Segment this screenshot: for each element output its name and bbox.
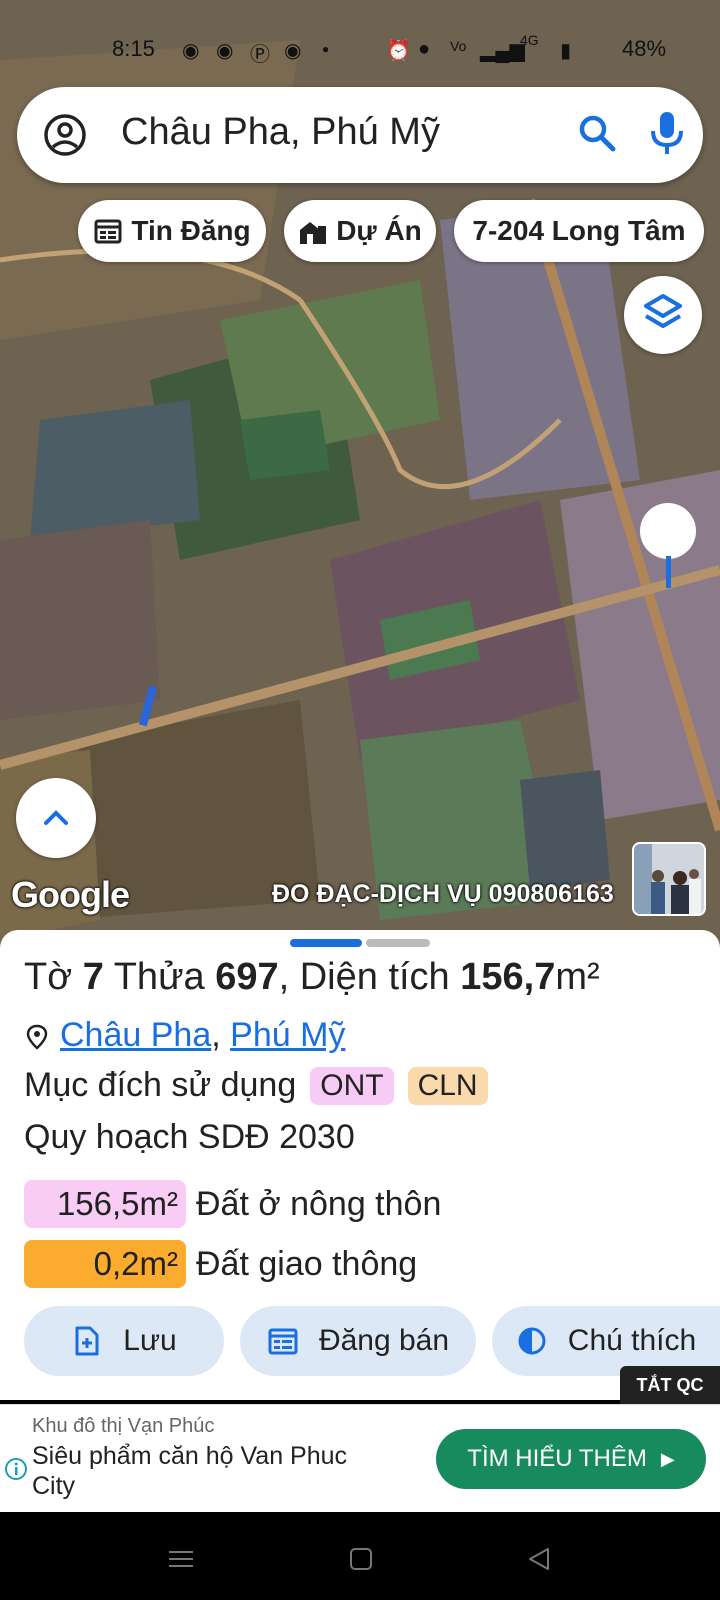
home-icon[interactable] [346, 1544, 376, 1574]
plan-heading: Quy hoạch SDĐ 2030 [24, 1118, 355, 1156]
account-icon[interactable] [43, 113, 87, 157]
system-nav-bar [0, 1512, 720, 1600]
plan-item-area: 0,2m² [24, 1240, 186, 1288]
chip-du-an[interactable]: Dự Án [284, 200, 436, 262]
expand-button[interactable] [16, 778, 96, 858]
search-icon[interactable] [575, 111, 619, 155]
land-use-purpose: Mục đích sử dụng ONT CLN [24, 1066, 488, 1105]
status-time: 8:15 [112, 36, 155, 61]
facebook-icon: Ⓟ [250, 44, 270, 66]
chat-icon: ◉ [216, 40, 234, 62]
plan-item: 0,2m² Đất giao thông [24, 1240, 417, 1288]
chip-label: Dự Án [336, 215, 422, 246]
plan-item: 156,5m² Đất ở nông thôn [24, 1180, 441, 1228]
chip-tin-dang[interactable]: Tin Đăng [78, 200, 266, 262]
plan-item-label: Đất ở nông thôn [196, 1184, 442, 1223]
status-bar: 8:15 ◉ ◉ Ⓟ ◉ ● ⏰ ● Vo ▂▄▆ 4G ▮ 48% [0, 30, 720, 66]
dot-icon: ● [322, 42, 330, 56]
location-link-town[interactable]: Phú Mỹ [230, 1016, 345, 1054]
parcel-title: Tờ 7 Thửa 697, Diện tích 156,7m² [24, 956, 600, 998]
alarm-icon: ⏰ [386, 40, 411, 62]
sheet-page-indicator-active[interactable] [290, 939, 362, 947]
chat-icon: ◉ [182, 40, 200, 62]
purpose-tag-cln[interactable]: CLN [407, 1066, 488, 1105]
menu-icon[interactable] [166, 1544, 196, 1574]
signal-icon: ▂▄▆ [480, 40, 525, 62]
add-file-icon [75, 1326, 99, 1356]
chip-label: Tin Đăng [131, 215, 251, 246]
volte-icon: Vo [450, 38, 467, 54]
chat-icon: ◉ [284, 40, 302, 62]
search-bar[interactable]: Châu Pha, Phú Mỹ [17, 87, 703, 183]
contrast-icon [518, 1327, 546, 1355]
play-arrow-icon: ▶ [660, 1448, 675, 1469]
network-type: 4G [520, 32, 539, 48]
map-watermark: ĐO ĐẠC-DỊCH VỤ 090806163 [272, 880, 614, 908]
back-icon[interactable] [524, 1544, 554, 1574]
ad-text: Siêu phẩm căn hộ Van Phuc City [32, 1442, 348, 1500]
layers-icon [644, 294, 682, 328]
search-query[interactable]: Châu Pha, Phú Mỹ [121, 111, 440, 154]
listing-icon [268, 1328, 298, 1355]
battery-icon: ▮ [560, 40, 572, 62]
layers-button[interactable] [624, 276, 702, 354]
info-icon[interactable] [4, 1457, 28, 1481]
battery-percent: 48% [622, 36, 667, 61]
sheet-page-indicator[interactable] [366, 939, 430, 947]
google-attribution: Google [11, 874, 130, 915]
calendar-icon [94, 219, 122, 244]
chevron-up-icon [44, 810, 68, 825]
parcel-location: Châu Pha, Phú Mỹ [24, 1016, 345, 1055]
save-button[interactable]: Lưu [24, 1306, 224, 1376]
location-link-commune[interactable]: Châu Pha [60, 1016, 211, 1054]
post-sale-button[interactable]: Đăng bán [240, 1306, 476, 1376]
location-icon: ● [418, 38, 431, 60]
mic-icon[interactable] [647, 109, 687, 157]
plan-item-label: Đất giao thông [196, 1244, 418, 1283]
location-pin-icon [26, 1024, 48, 1050]
street-view-thumbnail[interactable] [632, 842, 706, 916]
building-icon [300, 222, 327, 244]
plan-item-area: 156,5m² [24, 1180, 186, 1228]
close-ad-button[interactable]: TẮT QC [620, 1366, 720, 1404]
people-photo [634, 844, 704, 914]
ad-cta-button[interactable]: TÌM HIỂU THÊM ▶ [436, 1429, 706, 1489]
slider-knob[interactable] [640, 503, 696, 559]
chip-label: 7-204 Long Tâm [472, 215, 686, 246]
slider-track [666, 556, 671, 588]
purpose-tag-ont[interactable]: ONT [310, 1066, 394, 1105]
ad-banner[interactable]: Khu đô thị Vạn Phúc Siêu phẩm căn hộ Van… [0, 1404, 720, 1513]
chip-address[interactable]: 7-204 Long Tâm [454, 200, 704, 262]
ad-brand: Khu đô thị Vạn Phúc [32, 1415, 215, 1437]
